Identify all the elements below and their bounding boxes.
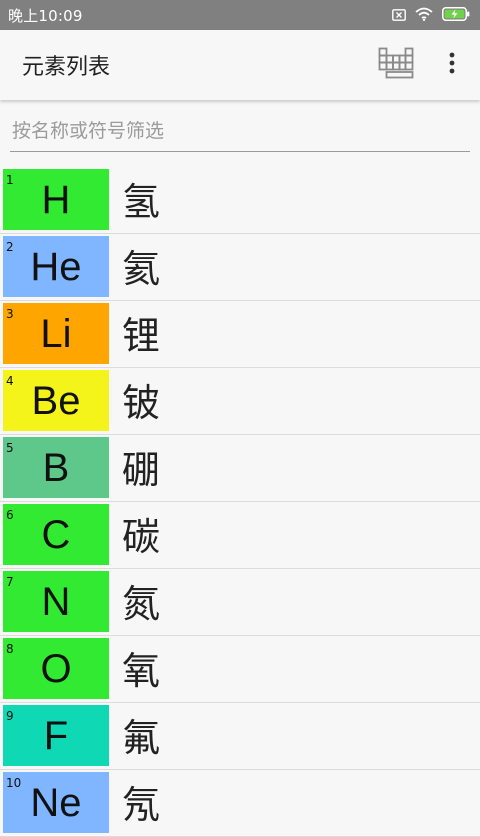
element-symbol: Li bbox=[40, 311, 72, 356]
more-vert-icon bbox=[449, 52, 455, 78]
sim-off-icon bbox=[392, 6, 406, 25]
atomic-number: 2 bbox=[6, 240, 14, 254]
element-symbol: He bbox=[30, 244, 82, 289]
search-input[interactable] bbox=[10, 112, 470, 150]
element-name: 氖 bbox=[122, 783, 161, 827]
atomic-number: 3 bbox=[6, 307, 14, 321]
battery-charging-icon bbox=[442, 6, 470, 25]
atomic-number: 7 bbox=[6, 575, 14, 589]
element-name: 氧 bbox=[122, 649, 161, 693]
app-bar: 元素列表 bbox=[0, 30, 480, 100]
page-title: 元素列表 bbox=[22, 55, 111, 80]
element-row[interactable]: 3 Li 锂 bbox=[0, 301, 480, 368]
element-name: 氟 bbox=[122, 716, 161, 760]
status-time: 晚上10:09 bbox=[8, 6, 83, 25]
element-tile: 3 Li bbox=[3, 303, 109, 364]
atomic-number: 5 bbox=[6, 441, 14, 455]
element-name: 氮 bbox=[122, 582, 161, 626]
element-row[interactable]: 10 Ne 氖 bbox=[0, 770, 480, 837]
status-bar: 晚上10:09 bbox=[0, 0, 480, 30]
element-symbol: N bbox=[41, 579, 71, 624]
search-field bbox=[10, 112, 470, 152]
element-symbol: H bbox=[41, 177, 71, 222]
element-tile: 4 Be bbox=[3, 370, 109, 431]
element-tile: 1 H bbox=[3, 169, 109, 230]
element-name: 锂 bbox=[122, 314, 161, 358]
element-symbol: B bbox=[42, 445, 70, 490]
element-symbol: Be bbox=[31, 378, 81, 423]
element-row[interactable]: 9 F 氟 bbox=[0, 703, 480, 770]
element-tile: 7 N bbox=[3, 571, 109, 632]
element-tile: 6 C bbox=[3, 504, 109, 565]
element-tile: 8 O bbox=[3, 638, 109, 699]
atomic-number: 10 bbox=[6, 776, 22, 790]
element-row[interactable]: 6 C 碳 bbox=[0, 502, 480, 569]
element-name: 氢 bbox=[122, 180, 161, 224]
element-row[interactable]: 1 H 氢 bbox=[0, 167, 480, 234]
atomic-number: 9 bbox=[6, 709, 14, 723]
element-row[interactable]: 8 O 氧 bbox=[0, 636, 480, 703]
atomic-number: 8 bbox=[6, 642, 14, 656]
wifi-icon bbox=[415, 6, 433, 25]
element-tile: 9 F bbox=[3, 705, 109, 766]
element-symbol: F bbox=[43, 713, 69, 758]
overflow-menu-button[interactable] bbox=[442, 45, 462, 85]
atomic-number: 6 bbox=[6, 508, 14, 522]
element-tile: 2 He bbox=[3, 236, 109, 297]
element-list: 1 H 氢 2 He 氦 3 Li 锂 4 Be 铍 5 B 硼 6 C 碳 7… bbox=[0, 167, 480, 837]
element-symbol: Ne bbox=[30, 780, 82, 825]
element-row[interactable]: 2 He 氦 bbox=[0, 234, 480, 301]
periodic-table-button[interactable] bbox=[376, 45, 416, 85]
element-symbol: C bbox=[41, 512, 71, 557]
element-tile: 10 Ne bbox=[3, 772, 109, 833]
element-tile: 5 B bbox=[3, 437, 109, 498]
atomic-number: 1 bbox=[6, 173, 14, 187]
periodic-table-icon bbox=[378, 47, 414, 83]
element-row[interactable]: 4 Be 铍 bbox=[0, 368, 480, 435]
element-row[interactable]: 5 B 硼 bbox=[0, 435, 480, 502]
element-symbol: O bbox=[40, 646, 72, 691]
atomic-number: 4 bbox=[6, 374, 14, 388]
element-row[interactable]: 7 N 氮 bbox=[0, 569, 480, 636]
element-name: 碳 bbox=[122, 515, 161, 559]
status-icons bbox=[392, 6, 470, 25]
element-name: 氦 bbox=[122, 247, 161, 291]
element-name: 硼 bbox=[122, 448, 161, 492]
element-name: 铍 bbox=[122, 381, 161, 425]
